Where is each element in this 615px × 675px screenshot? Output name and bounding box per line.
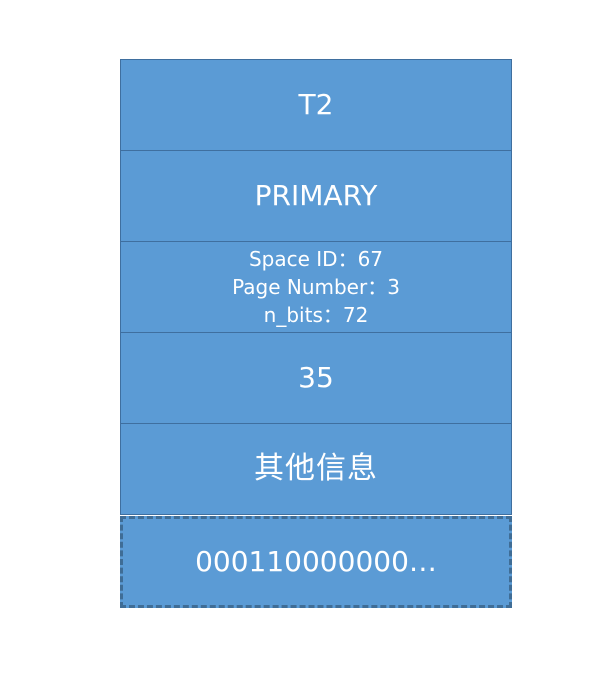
index-name: PRIMARY [254,179,378,212]
bitmap-value: 000110000000… [195,545,437,578]
other-info: 其他信息 [254,451,378,486]
bitmap-box: 000110000000… [120,516,512,608]
value-box: 35 [120,332,512,424]
table-name: T2 [298,88,334,121]
space-id: Space ID：67 [248,247,384,271]
n-bits: n_bits：72 [263,303,369,327]
page-number: Page Number：3 [232,275,400,299]
record-value: 35 [298,361,334,394]
lock-structure-diagram: T2 PRIMARY Space ID：67 Page Number：3 n_b… [120,59,512,608]
table-name-box: T2 [120,59,512,151]
index-name-box: PRIMARY [120,150,512,242]
other-info-box: 其他信息 [120,423,512,515]
page-info-box: Space ID：67 Page Number：3 n_bits：72 [120,241,512,333]
